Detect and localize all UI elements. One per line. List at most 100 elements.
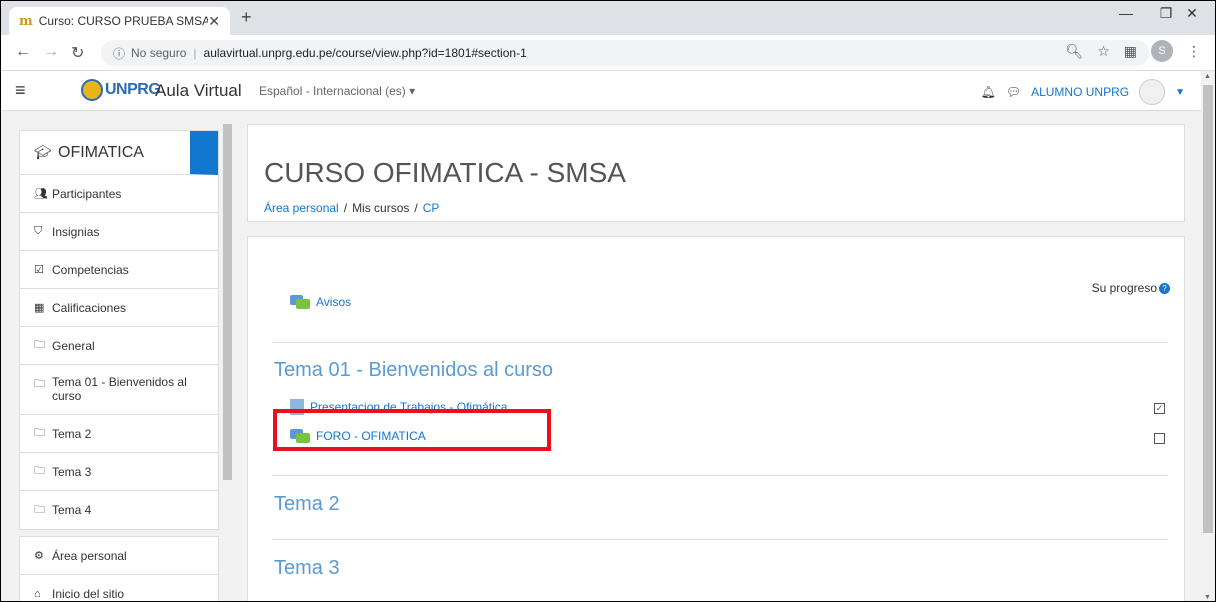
page-scrollbar[interactable]: ▲ ▼: [1201, 71, 1215, 601]
drawer-item-label: Insignias: [52, 224, 100, 239]
activity-label: Avisos: [316, 295, 352, 309]
drawer-item-inicio[interactable]: ⌂ Inicio del sitio: [20, 575, 218, 601]
section-title-tema-3[interactable]: Tema 3: [274, 557, 340, 580]
drawer-item-calificaciones[interactable]: ▦ Calificaciones: [20, 289, 218, 327]
address-row: ← → ↻ ⓘ No seguro | aulavirtual.unprg.ed…: [1, 35, 1215, 71]
site-brand[interactable]: Aula Virtual: [155, 81, 242, 101]
user-menu-caret-icon[interactable]: ▼: [1175, 87, 1185, 98]
tab-title: Curso: CURSO PRUEBA SMSA: [38, 14, 209, 28]
close-tab-icon[interactable]: ✕: [208, 13, 220, 30]
breadcrumb-separator: /: [343, 201, 348, 215]
browser-window: m Curso: CURSO PRUEBA SMSA ✕ + — ❐ ✕ ← →…: [0, 0, 1216, 602]
toolbar-right: 🔍︎ ☆ ▦ S ⋮: [1065, 40, 1215, 62]
site-navbar: ≡ UNPRG Aula Virtual Español - Internaci…: [1, 71, 1201, 111]
new-tab-button[interactable]: +: [241, 7, 252, 28]
drawer-content: 🎓︎ OFIMATICA 👥︎ Participantes ⛉ Insignia…: [19, 130, 219, 601]
reload-icon[interactable]: ↻: [71, 43, 84, 63]
drawer-item-label: Inicio del sitio: [52, 587, 125, 601]
breadcrumb-area-personal[interactable]: Área personal: [264, 201, 339, 215]
back-icon[interactable]: ←: [15, 43, 31, 61]
unprg-logo[interactable]: UNPRG: [81, 79, 161, 101]
logo-emblem-icon: [81, 79, 103, 101]
drawer-item-label: Tema 2: [52, 426, 92, 441]
browser-tab[interactable]: m Curso: CURSO PRUEBA SMSA ✕: [9, 7, 230, 35]
completion-checkbox-checked[interactable]: ✓: [1154, 403, 1165, 414]
page-header: CURSO OFIMATICA - SMSA Área personal / Mis…: [247, 124, 1185, 222]
shield-icon: ⛉: [34, 225, 43, 237]
breadcrumb: Área personal / Mis cursos / CP: [264, 201, 439, 215]
drawer-site-group: ⚙ Área personal ⌂ Inicio del sitio: [19, 536, 219, 601]
hamburger-menu-icon[interactable]: ≡: [15, 80, 26, 101]
drawer-item-label: Participantes: [52, 186, 122, 201]
users-icon: 👥︎: [34, 188, 48, 200]
logo-text: UNPRG: [105, 81, 161, 98]
drawer-item-insignias[interactable]: ⛉ Insignias: [20, 213, 218, 251]
folder-icon: 🗀: [34, 427, 45, 439]
address-separator: |: [193, 46, 197, 60]
folder-icon: 🗀: [34, 465, 45, 477]
drawer-item-tema-2[interactable]: 🗀 Tema 2: [20, 415, 218, 453]
breadcrumb-separator: /: [414, 201, 418, 215]
drawer-item-label: Tema 3: [52, 464, 92, 479]
home-icon: ⌂: [34, 588, 41, 600]
drawer-scrollbar[interactable]: [222, 112, 233, 601]
progress-label: Su progreso: [1091, 281, 1157, 295]
breadcrumb-mis-cursos[interactable]: Mis cursos: [352, 201, 409, 215]
profile-avatar[interactable]: S: [1151, 40, 1173, 62]
drawer-item-label: Tema 4: [52, 503, 92, 517]
drawer-item-competencias[interactable]: ☑ Competencias: [20, 251, 218, 289]
tab-bar: m Curso: CURSO PRUEBA SMSA ✕ + — ❐ ✕: [1, 1, 1215, 35]
folder-icon: 🗀: [34, 378, 45, 390]
language-selector[interactable]: Español - Internacional (es) ▾: [259, 84, 415, 98]
dashboard-icon: ⚙: [34, 550, 44, 562]
drawer-item-label: General: [52, 338, 95, 353]
forward-icon[interactable]: →: [43, 43, 59, 61]
main-region: CURSO OFIMATICA - SMSA Área personal / Mis…: [233, 112, 1201, 601]
drawer-item-label: Tema 01 - Bienvenidos al curso: [52, 375, 187, 403]
breadcrumb-cp[interactable]: CP: [423, 201, 440, 215]
user-name[interactable]: ALUMNO UNPRG: [1031, 85, 1129, 99]
section-title-tema-01[interactable]: Tema 01 - Bienvenidos al curso: [274, 359, 553, 382]
drawer-item-area-personal[interactable]: ⚙ Área personal: [20, 537, 218, 575]
folder-icon: 🗀: [34, 339, 45, 351]
scroll-up-icon[interactable]: ▲: [1204, 73, 1211, 80]
drawer-item-tema-01[interactable]: 🗀 Tema 01 - Bienvenidos al curso: [20, 365, 218, 415]
completion-checkbox[interactable]: [1154, 433, 1165, 444]
drawer-course-group: 🎓︎ OFIMATICA 👥︎ Participantes ⛉ Insignia…: [19, 130, 219, 530]
bookmark-star-icon[interactable]: ☆: [1097, 43, 1110, 60]
drawer-item-tema-4[interactable]: 🗀 Tema 4: [20, 491, 218, 529]
info-icon[interactable]: ⓘ: [113, 45, 125, 62]
drawer-scroll-thumb[interactable]: [223, 124, 232, 480]
scroll-down-icon[interactable]: ▼: [1204, 594, 1211, 601]
graduation-cap-icon: 🎓︎: [34, 144, 52, 160]
drawer-item-participantes[interactable]: 👥︎ Participantes: [20, 175, 218, 213]
section-title-tema-2[interactable]: Tema 2: [274, 493, 340, 516]
section-divider: [272, 342, 1168, 343]
drawer-item-tema-3[interactable]: 🗀 Tema 3: [20, 453, 218, 491]
drawer-course-label: OFIMATICA: [58, 143, 144, 161]
page-scroll-thumb[interactable]: [1203, 85, 1213, 533]
activity-avisos[interactable]: Avisos: [290, 295, 351, 309]
drawer-item-general[interactable]: 🗀 General: [20, 327, 218, 365]
url-text: aulavirtual.unprg.edu.pe/course/view.php…: [203, 46, 527, 60]
message-icon[interactable]: 💬︎: [1006, 85, 1021, 99]
red-highlight-box: [273, 409, 551, 451]
drawer-item-course[interactable]: 🎓︎ OFIMATICA: [20, 131, 218, 175]
user-area: 🔔︎ 💬︎ ALUMNO UNPRG ▼: [981, 79, 1185, 105]
folder-icon: 🗀: [34, 503, 45, 516]
address-bar[interactable]: ⓘ No seguro | aulavirtual.unprg.edu.pe/c…: [101, 40, 1149, 66]
table-icon: ▦: [34, 302, 45, 314]
bell-icon[interactable]: 🔔︎: [981, 85, 996, 99]
progress-indicator: Su progreso ?: [1092, 281, 1170, 295]
help-icon[interactable]: ?: [1159, 282, 1170, 294]
window-close-icon[interactable]: ✕: [1169, 5, 1215, 22]
drawer-item-label: Calificaciones: [52, 300, 127, 315]
drawer-item-label: Competencias: [52, 262, 129, 277]
avatar[interactable]: [1139, 79, 1166, 105]
security-label: No seguro: [131, 46, 187, 60]
checkbox-icon: ☑: [34, 264, 44, 276]
extensions-grid-icon[interactable]: ▦: [1124, 43, 1137, 60]
menu-kebab-icon[interactable]: ⋮: [1187, 43, 1201, 60]
moodle-favicon-icon: m: [19, 13, 33, 29]
zoom-icon[interactable]: 🔍︎: [1065, 43, 1083, 60]
